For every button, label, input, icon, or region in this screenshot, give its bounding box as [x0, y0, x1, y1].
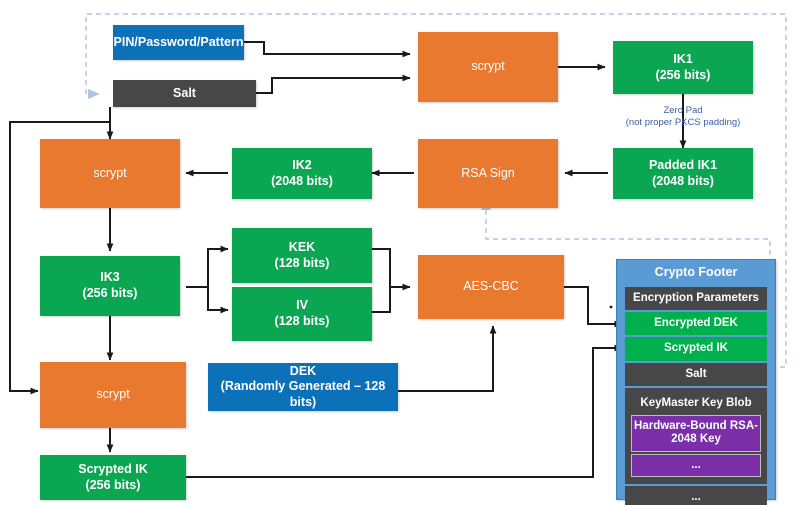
node-label-line1: IK2	[292, 157, 312, 172]
node-label-line2: (2048 bits)	[271, 173, 333, 188]
diagram-canvas: PIN/Password/Pattern Salt scrypt IK1 (25…	[0, 0, 800, 505]
annotation-zero-pad: Zero Pad (not proper PKCS padding)	[590, 105, 776, 130]
node-label: scrypt	[93, 165, 127, 180]
node-ik1[interactable]: IK1 (256 bits)	[613, 41, 753, 94]
keymaster-blob-items: Hardware-Bound RSA-2048 Key ...	[627, 415, 765, 480]
annotation-line2: (not proper PKCS padding)	[625, 117, 741, 129]
node-label-line2: (256 bits)	[655, 67, 711, 82]
footer-row-encrypted-dek[interactable]: Encrypted DEK	[625, 312, 767, 336]
node-salt[interactable]: Salt	[113, 80, 256, 107]
node-iv[interactable]: IV (128 bits)	[232, 287, 372, 341]
node-label: Salt	[173, 85, 196, 100]
node-label: scrypt	[96, 387, 130, 402]
footer-row-ellipsis[interactable]: ...	[625, 485, 767, 505]
footer-row-keymaster-key-blob[interactable]: KeyMaster Key Blob Hardware-Bound RSA-20…	[625, 387, 767, 484]
node-scrypt-2[interactable]: scrypt	[40, 139, 180, 208]
node-label: AES-CBC	[463, 279, 519, 294]
node-label-line1: IK3	[100, 270, 120, 285]
footer-row-scrypted-ik[interactable]: Scrypted IK	[625, 337, 767, 361]
node-label: RSA Sign	[461, 165, 515, 180]
node-label-line2: (256 bits)	[82, 286, 138, 300]
keymaster-item-hardware-bound-key[interactable]: Hardware-Bound RSA-2048 Key	[631, 415, 761, 452]
node-label-line1: KEK	[288, 239, 316, 254]
node-label-line1: Scrypted IK	[78, 461, 148, 476]
node-label: scrypt	[471, 59, 505, 74]
node-padded-ik1[interactable]: Padded IK1 (2048 bits)	[613, 148, 753, 199]
node-label-line2: (128 bits)	[274, 314, 330, 328]
node-ik3[interactable]: IK3 (256 bits)	[40, 256, 180, 316]
keymaster-item-ellipsis[interactable]: ...	[631, 453, 761, 477]
node-ik2[interactable]: IK2 (2048 bits)	[232, 148, 372, 199]
node-dek[interactable]: DEK (Randomly Generated – 128 bits)	[208, 363, 398, 411]
node-label-line2: (2048 bits)	[652, 173, 714, 188]
footer-row-salt[interactable]: Salt	[625, 362, 767, 386]
node-pin-password-pattern[interactable]: PIN/Password/Pattern	[113, 25, 244, 60]
node-scrypt-3[interactable]: scrypt	[40, 362, 186, 428]
footer-row-encryption-parameters[interactable]: Encryption Parameters	[625, 287, 767, 311]
node-label-line1: IK1	[673, 51, 693, 66]
node-label-line2: (256 bits)	[85, 477, 141, 492]
node-aes-cbc[interactable]: AES-CBC	[418, 255, 564, 319]
annotation-line1: Zero Pad	[663, 105, 703, 116]
node-label-line2: (128 bits)	[274, 255, 330, 270]
node-rsa-sign[interactable]: RSA Sign	[418, 139, 558, 208]
node-label-line1: Padded IK1	[648, 157, 718, 172]
node-scrypt-1[interactable]: scrypt	[418, 32, 558, 102]
crypto-footer-panel[interactable]: Crypto Footer Encryption Parameters Encr…	[616, 259, 776, 505]
node-kek[interactable]: KEK (128 bits)	[232, 228, 372, 283]
node-label-line1: IV	[296, 298, 308, 313]
crypto-footer-title: Crypto Footer	[654, 265, 738, 279]
node-scrypted-ik[interactable]: Scrypted IK (256 bits)	[40, 455, 186, 500]
node-label: PIN/Password/Pattern	[113, 34, 244, 49]
node-label-line2: (Randomly Generated – 128 bits)	[220, 379, 386, 409]
keymaster-blob-title: KeyMaster Key Blob	[640, 396, 752, 409]
crypto-footer-rows: Encryption Parameters Encrypted DEK Scry…	[625, 287, 767, 505]
node-label-line1: DEK	[289, 363, 317, 378]
